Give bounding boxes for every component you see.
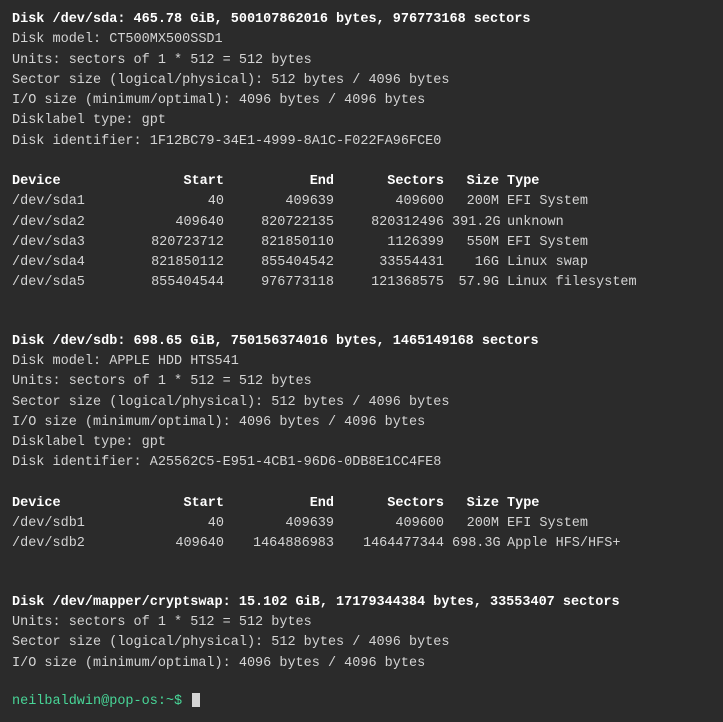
sda-sector-size: Sector size (logical/physical): 512 byte… xyxy=(12,71,711,91)
sdb1-device: /dev/sdb1 xyxy=(12,514,122,534)
sda4-sectors: 33554431 xyxy=(342,253,452,273)
sda3-end: 821850110 xyxy=(232,233,342,253)
cryptswap-sector-size: Sector size (logical/physical): 512 byte… xyxy=(12,633,711,653)
sdb2-type: Apple HFS/HFS+ xyxy=(507,534,620,554)
col-header-size: Size xyxy=(452,494,507,514)
sda3-type: EFI System xyxy=(507,233,588,253)
terminal-prompt: neilbaldwin@pop-os:~$ xyxy=(12,692,711,712)
sdb-model: Disk model: APPLE HDD HTS541 xyxy=(12,352,711,372)
sda-header: Disk /dev/sda: 465.78 GiB, 500107862016 … xyxy=(12,10,711,30)
col-header-end: End xyxy=(232,172,342,192)
sdb-units: Units: sectors of 1 * 512 = 512 bytes xyxy=(12,372,711,392)
sdb-table-header: Device Start End Sectors Size Type xyxy=(12,494,711,514)
sda-disklabel: Disklabel type: gpt xyxy=(12,111,711,131)
terminal-output: Disk /dev/sda: 465.78 GiB, 500107862016 … xyxy=(12,10,711,712)
sda2-sectors: 820312496 xyxy=(342,213,452,233)
sda5-start: 855404544 xyxy=(122,273,232,293)
sda-identifier: Disk identifier: 1F12BC79-34E1-4999-8A1C… xyxy=(12,132,711,152)
sda5-type: Linux filesystem xyxy=(507,273,637,293)
sdb2-sectors: 1464477344 xyxy=(342,534,452,554)
sda-section: Disk /dev/sda: 465.78 GiB, 500107862016 … xyxy=(12,10,711,294)
sdb-disklabel: Disklabel type: gpt xyxy=(12,433,711,453)
sda5-sectors: 121368575 xyxy=(342,273,452,293)
sda-table-header: Device Start End Sectors Size Type xyxy=(12,172,711,192)
col-header-device: Device xyxy=(12,172,122,192)
col-header-start: Start xyxy=(122,494,232,514)
col-header-start: Start xyxy=(122,172,232,192)
cryptswap-header: Disk /dev/mapper/cryptswap: 15.102 GiB, … xyxy=(12,593,711,613)
sdb1-size: 200M xyxy=(452,514,507,534)
sda2-device: /dev/sda2 xyxy=(12,213,122,233)
cursor-block xyxy=(192,693,200,707)
table-row: /dev/sda3 820723712 821850110 1126399 55… xyxy=(12,233,711,253)
sda-model: Disk model: CT500MX500SSD1 xyxy=(12,30,711,50)
col-header-type: Type xyxy=(507,172,539,192)
col-header-type: Type xyxy=(507,494,539,514)
sdb1-end: 409639 xyxy=(232,514,342,534)
cryptswap-io-size: I/O size (minimum/optimal): 4096 bytes /… xyxy=(12,654,711,674)
table-row: /dev/sda2 409640 820722135 820312496 391… xyxy=(12,213,711,233)
sda4-device: /dev/sda4 xyxy=(12,253,122,273)
table-row: /dev/sda1 40 409639 409600 200M EFI Syst… xyxy=(12,192,711,212)
sdb1-type: EFI System xyxy=(507,514,588,534)
sda1-device: /dev/sda1 xyxy=(12,192,122,212)
sda4-start: 821850112 xyxy=(122,253,232,273)
col-header-size: Size xyxy=(452,172,507,192)
col-header-end: End xyxy=(232,494,342,514)
table-row: /dev/sda4 821850112 855404542 33554431 1… xyxy=(12,253,711,273)
sda3-sectors: 1126399 xyxy=(342,233,452,253)
sdb-section: Disk /dev/sdb: 698.65 GiB, 750156374016 … xyxy=(12,312,711,555)
sda5-end: 976773118 xyxy=(232,273,342,293)
sda1-size: 200M xyxy=(452,192,507,212)
table-row: /dev/sdb1 40 409639 409600 200M EFI Syst… xyxy=(12,514,711,534)
sdb2-start: 409640 xyxy=(122,534,232,554)
sda1-end: 409639 xyxy=(232,192,342,212)
sda3-start: 820723712 xyxy=(122,233,232,253)
sda4-type: Linux swap xyxy=(507,253,588,273)
sdb2-end: 1464886983 xyxy=(232,534,342,554)
sda1-type: EFI System xyxy=(507,192,588,212)
sdb-header: Disk /dev/sdb: 698.65 GiB, 750156374016 … xyxy=(12,332,711,352)
sda2-end: 820722135 xyxy=(232,213,342,233)
sdb1-start: 40 xyxy=(122,514,232,534)
sda5-size: 57.9G xyxy=(452,273,507,293)
cryptswap-section: Disk /dev/mapper/cryptswap: 15.102 GiB, … xyxy=(12,573,711,674)
sda2-type: unknown xyxy=(507,213,564,233)
sdb-identifier: Disk identifier: A25562C5-E951-4CB1-96D6… xyxy=(12,453,711,473)
col-header-device: Device xyxy=(12,494,122,514)
prompt-text: neilbaldwin@pop-os:~$ xyxy=(12,694,182,709)
sdb-sector-size: Sector size (logical/physical): 512 byte… xyxy=(12,393,711,413)
sda4-end: 855404542 xyxy=(232,253,342,273)
sda-io-size: I/O size (minimum/optimal): 4096 bytes /… xyxy=(12,91,711,111)
sdb-io-size: I/O size (minimum/optimal): 4096 bytes /… xyxy=(12,413,711,433)
sda5-device: /dev/sda5 xyxy=(12,273,122,293)
sda4-size: 16G xyxy=(452,253,507,273)
col-header-sectors: Sectors xyxy=(342,494,452,514)
sda1-start: 40 xyxy=(122,192,232,212)
sda3-device: /dev/sda3 xyxy=(12,233,122,253)
sda1-sectors: 409600 xyxy=(342,192,452,212)
cryptswap-units: Units: sectors of 1 * 512 = 512 bytes xyxy=(12,613,711,633)
sdb2-size: 698.3G xyxy=(452,534,507,554)
sda-units: Units: sectors of 1 * 512 = 512 bytes xyxy=(12,51,711,71)
table-row: /dev/sda5 855404544 976773118 121368575 … xyxy=(12,273,711,293)
sdb1-sectors: 409600 xyxy=(342,514,452,534)
sdb2-device: /dev/sdb2 xyxy=(12,534,122,554)
sda3-size: 550M xyxy=(452,233,507,253)
sda2-start: 409640 xyxy=(122,213,232,233)
col-header-sectors: Sectors xyxy=(342,172,452,192)
table-row: /dev/sdb2 409640 1464886983 1464477344 6… xyxy=(12,534,711,554)
sda2-size: 391.2G xyxy=(452,213,507,233)
